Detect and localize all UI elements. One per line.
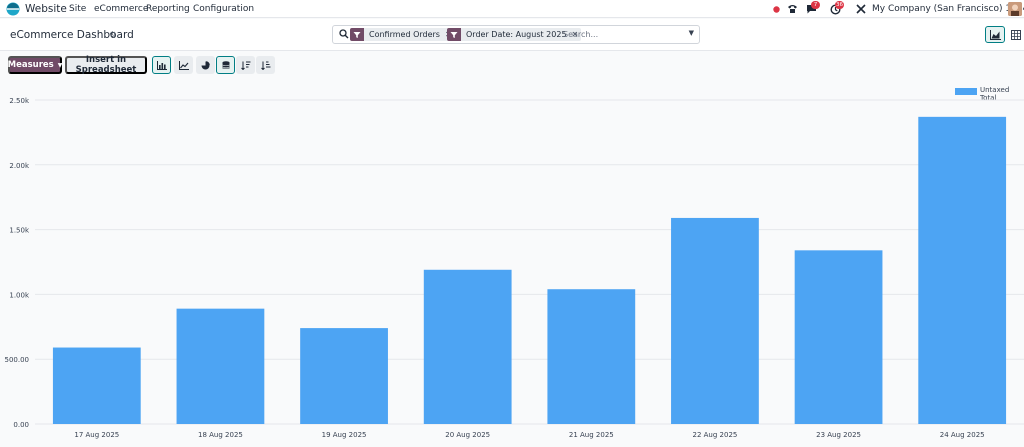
pivot-view-button[interactable]: [1006, 26, 1024, 43]
measures-button[interactable]: Measures ▼: [8, 56, 62, 74]
sort-descending-icon: [240, 61, 250, 70]
sort-descending-button[interactable]: [236, 56, 255, 74]
x-tick-label: 18 Aug 2025: [198, 431, 243, 439]
insert-in-spreadsheet-button[interactable]: Insert in Spreadsheet: [65, 55, 147, 75]
bar[interactable]: [52, 347, 141, 424]
filter-facet: Order Date: August 2025 ✕: [447, 28, 582, 41]
filter-icon: [447, 28, 461, 41]
y-tick-label: 2.50k: [9, 97, 30, 105]
activities-icon[interactable]: 36: [828, 1, 844, 16]
bar[interactable]: [423, 269, 512, 424]
bar[interactable]: [918, 116, 1007, 425]
x-tick-label: 24 Aug 2025: [940, 431, 985, 439]
stacked-button[interactable]: [216, 56, 235, 74]
x-tick-label: 17 Aug 2025: [74, 431, 119, 439]
x-tick-label: 21 Aug 2025: [569, 431, 614, 439]
y-tick-label: 1.00k: [9, 291, 30, 299]
facet-label: Order Date: August 2025: [466, 30, 567, 39]
menu-site[interactable]: Site: [69, 4, 86, 14]
line-chart-button[interactable]: [174, 56, 193, 74]
tools-icon[interactable]: [855, 2, 866, 16]
sort-ascending-icon: [260, 61, 270, 70]
search-icon[interactable]: [339, 29, 349, 39]
search-bar[interactable]: Confirmed Orders ✕ Order Date: August 20…: [332, 25, 700, 44]
app-name[interactable]: Website: [25, 3, 67, 15]
bar[interactable]: [794, 250, 883, 424]
company-switcher[interactable]: My Company (San Francisco) 12345...: [872, 4, 1024, 14]
user-avatar[interactable]: [1008, 2, 1022, 16]
y-tick-label: 0.00: [13, 421, 29, 429]
y-tick-label: 1.50k: [9, 227, 30, 235]
bar[interactable]: [671, 217, 759, 424]
chevron-down-icon[interactable]: ▼: [689, 29, 694, 37]
measures-label: Measures: [7, 60, 54, 70]
website-app-icon[interactable]: [6, 2, 20, 16]
x-tick-label: 20 Aug 2025: [445, 431, 490, 439]
menu-reporting[interactable]: Reporting: [146, 4, 190, 14]
sort-ascending-button[interactable]: [256, 56, 275, 74]
menu-ecommerce[interactable]: eCommerce: [94, 4, 148, 14]
caret-down-icon: ▼: [57, 61, 63, 69]
menu-configuration[interactable]: Configuration: [193, 4, 254, 14]
pie-chart-button[interactable]: [196, 56, 215, 74]
phone-icon[interactable]: [786, 2, 798, 16]
activities-badge: 36: [835, 1, 844, 9]
x-tick-label: 22 Aug 2025: [693, 431, 738, 439]
control-panel: eCommerce Dashboard ⚙ Confirmed Orders ✕…: [0, 19, 1024, 51]
top-navbar: Website Site eCommerce Reporting Configu…: [0, 0, 1024, 18]
x-tick-label: 19 Aug 2025: [322, 431, 367, 439]
pie-chart-icon: [201, 60, 210, 69]
filter-icon: [350, 28, 364, 41]
database-icon: [221, 60, 230, 68]
bar-chart-icon: [156, 60, 167, 70]
bar-chart: 0.00 500.00 1.00k 1.50k 2.00k 2.50k 17 Aug 202…: [5, 97, 1024, 439]
bar[interactable]: [547, 289, 636, 424]
filter-facet: Confirmed Orders ✕: [350, 28, 455, 41]
bar-chart-button[interactable]: [152, 56, 171, 74]
line-chart-icon: [178, 60, 189, 70]
graph-view-button[interactable]: [985, 26, 1005, 43]
facet-label: Confirmed Orders: [369, 30, 440, 39]
messages-badge: 7: [811, 1, 820, 9]
record-status-icon[interactable]: [772, 2, 780, 16]
gear-icon[interactable]: ⚙: [109, 30, 116, 39]
y-tick-label: 2.00k: [9, 162, 30, 170]
x-tick-label: 23 Aug 2025: [816, 431, 861, 439]
y-tick-label: 500.00: [5, 356, 30, 364]
bar[interactable]: [176, 308, 265, 424]
bar[interactable]: [300, 328, 388, 424]
messages-icon[interactable]: 7: [804, 1, 820, 16]
search-input[interactable]: [563, 28, 673, 41]
